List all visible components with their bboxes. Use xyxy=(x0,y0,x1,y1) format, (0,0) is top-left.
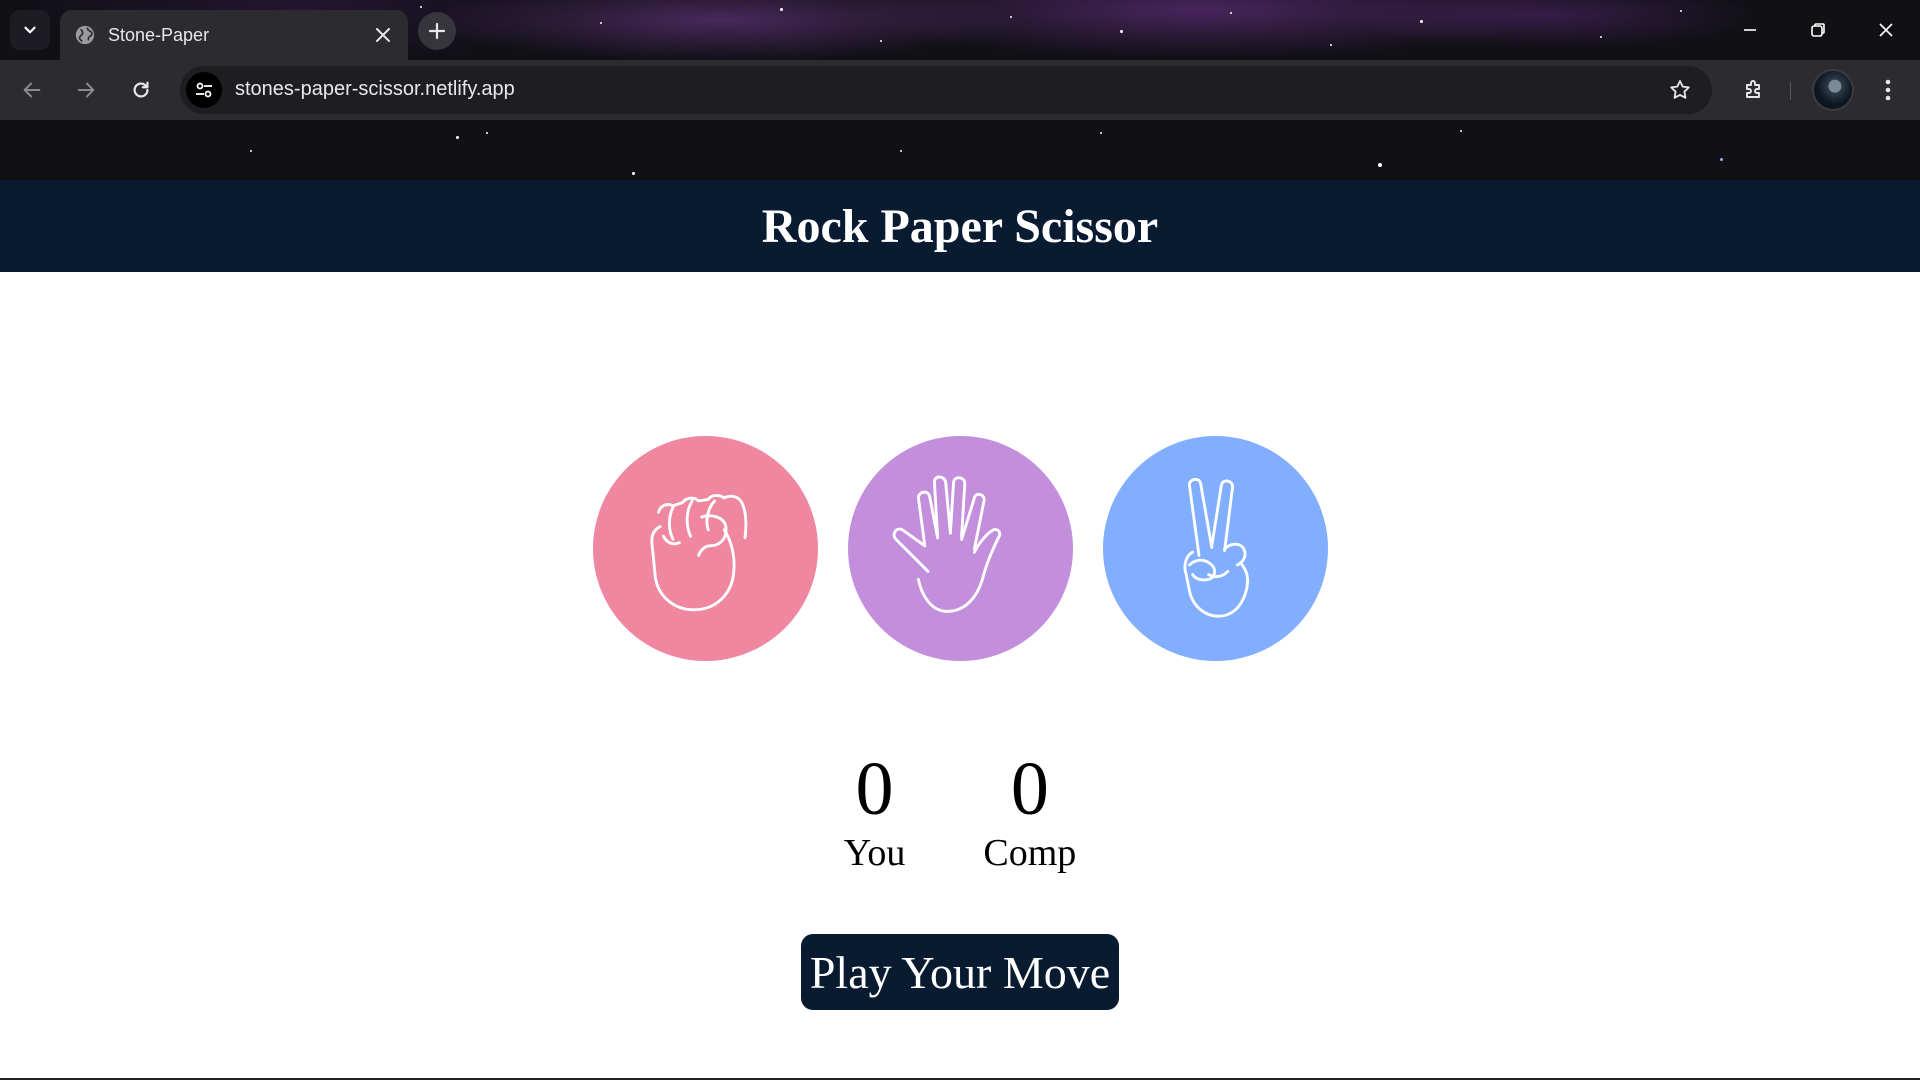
browser-tab[interactable]: Stone-Paper xyxy=(60,10,408,60)
back-button[interactable] xyxy=(12,70,52,110)
plus-icon xyxy=(428,22,446,40)
peace-hand-icon xyxy=(1183,477,1250,618)
toolbar-separator xyxy=(1790,82,1791,100)
restore-button[interactable] xyxy=(1784,0,1852,60)
comp-score-value: 0 xyxy=(1010,747,1049,831)
reload-button[interactable] xyxy=(121,70,161,110)
user-score-value: 0 xyxy=(855,747,894,831)
extensions-button[interactable] xyxy=(1734,70,1774,110)
browser-chrome: Stone-Paper stones-paper-scissor.netlify… xyxy=(0,0,1920,180)
open-hand-icon xyxy=(892,475,1002,613)
puzzle-icon xyxy=(1746,80,1760,98)
window-controls xyxy=(1716,0,1920,60)
browser-menu-button[interactable] xyxy=(1868,70,1908,110)
globe-icon xyxy=(75,25,95,45)
tab-strip: Stone-Paper xyxy=(0,0,1920,60)
reload-icon xyxy=(133,81,149,98)
scoreboard: 0 You 0 Comp xyxy=(0,747,1920,875)
choices-row xyxy=(0,436,1920,661)
comp-score: 0 Comp xyxy=(983,747,1076,875)
app-header: Rock Paper Scissor xyxy=(0,180,1920,272)
site-info-button[interactable] xyxy=(186,72,222,108)
play-message-button[interactable]: Play Your Move xyxy=(801,934,1119,1010)
page-title: Rock Paper Scissor xyxy=(761,199,1159,253)
bookmark-button[interactable] xyxy=(1662,72,1698,108)
fist-icon xyxy=(650,493,748,611)
forward-button[interactable] xyxy=(66,70,106,110)
tab-close-button[interactable] xyxy=(368,20,398,50)
scissors-choice[interactable] xyxy=(1102,436,1328,661)
close-window-button[interactable] xyxy=(1852,0,1920,60)
page-content: Rock Paper Scissor 0 You 0 Comp Play You… xyxy=(0,180,1920,1078)
paper-choice[interactable] xyxy=(847,436,1073,661)
user-score: 0 You xyxy=(844,747,906,875)
rock-choice[interactable] xyxy=(592,436,818,661)
browser-toolbar: stones-paper-scissor.netlify.app xyxy=(0,60,1920,120)
user-score-label: You xyxy=(843,832,906,874)
tab-title: Stone-Paper xyxy=(108,24,210,45)
chevron-down-icon xyxy=(24,26,36,34)
restore-icon xyxy=(1811,23,1825,37)
address-bar[interactable]: stones-paper-scissor.netlify.app xyxy=(180,66,1712,114)
profile-avatar[interactable] xyxy=(1812,69,1854,111)
minimize-icon xyxy=(1744,29,1756,31)
kebab-icon xyxy=(1885,79,1891,101)
star-icon xyxy=(1670,80,1690,99)
tab-search-button[interactable] xyxy=(10,10,50,50)
url-text[interactable]: stones-paper-scissor.netlify.app xyxy=(235,78,515,101)
comp-score-label: Comp xyxy=(983,832,1077,874)
arrow-right-icon xyxy=(77,82,95,98)
new-tab-button[interactable] xyxy=(418,12,456,50)
tune-icon xyxy=(196,82,212,98)
minimize-button[interactable] xyxy=(1716,0,1784,60)
close-icon xyxy=(1879,23,1893,37)
arrow-left-icon xyxy=(23,82,41,98)
close-icon xyxy=(376,28,390,42)
